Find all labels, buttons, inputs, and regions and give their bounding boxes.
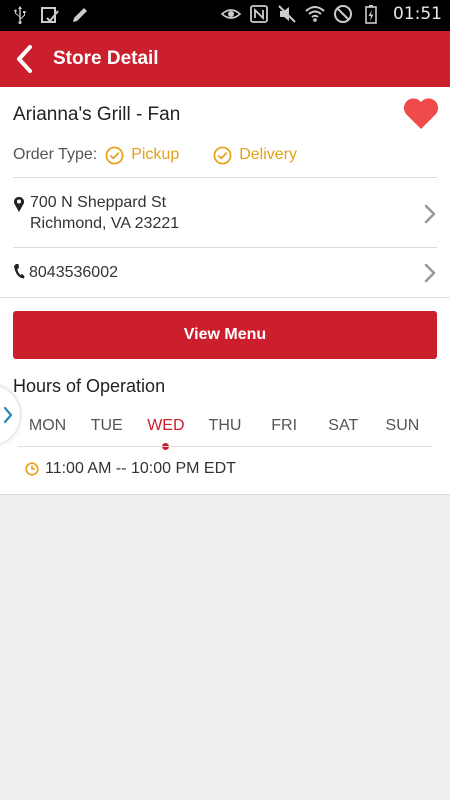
tab-fri[interactable]: FRI bbox=[255, 417, 314, 447]
nfc-icon bbox=[250, 5, 268, 23]
hours-line: 11:00 AM -- 10:00 PM EDT bbox=[25, 460, 236, 478]
address-line-1: 700 N Sheppard St bbox=[30, 194, 167, 211]
tab-sat[interactable]: SAT bbox=[314, 417, 373, 447]
app-bar: Store Detail bbox=[0, 31, 450, 87]
order-option-label: Pickup bbox=[131, 146, 180, 163]
day-label: FRI bbox=[271, 417, 298, 434]
mute-icon bbox=[278, 5, 296, 23]
check-circle-icon bbox=[105, 146, 124, 164]
phone-number: 8043536002 bbox=[29, 264, 118, 281]
location-pin-icon bbox=[14, 196, 24, 212]
tab-wed[interactable]: WED bbox=[136, 417, 195, 450]
wifi-icon bbox=[305, 6, 325, 22]
address-line-2: Richmond, VA 23221 bbox=[30, 215, 180, 232]
day-label: THU bbox=[208, 417, 242, 434]
order-option-pickup: Pickup bbox=[105, 146, 179, 165]
order-option-delivery: Delivery bbox=[213, 146, 297, 165]
chevron-right-icon bbox=[424, 263, 436, 283]
day-label: TUE bbox=[90, 417, 123, 434]
status-bar: 01:51 bbox=[0, 0, 450, 31]
chevron-right-icon bbox=[3, 406, 13, 424]
clock-icon bbox=[25, 462, 39, 476]
phone-icon bbox=[14, 264, 25, 279]
hours-text: 11:00 AM -- 10:00 PM EDT bbox=[45, 460, 236, 477]
tab-sun[interactable]: SUN bbox=[373, 417, 432, 447]
tab-mon[interactable]: MON bbox=[18, 417, 77, 447]
battery-icon bbox=[365, 5, 377, 24]
view-menu-button[interactable]: View Menu bbox=[13, 311, 437, 359]
address-row[interactable]: 700 N Sheppard St Richmond, VA 23221 bbox=[13, 179, 437, 247]
eye-icon bbox=[221, 9, 241, 19]
pen-icon bbox=[73, 8, 87, 22]
tab-thu[interactable]: THU bbox=[195, 417, 254, 447]
phone-row[interactable]: 8043536002 bbox=[13, 249, 437, 295]
chevron-right-icon bbox=[424, 204, 436, 224]
store-name: Arianna's Grill - Fan bbox=[13, 104, 181, 125]
days-tabs: MON TUE WED THU FRI SAT SUN bbox=[18, 417, 432, 450]
divider bbox=[13, 247, 437, 248]
back-button[interactable] bbox=[10, 43, 40, 75]
checkbox-notification-icon bbox=[41, 7, 59, 23]
favorite-heart-icon[interactable] bbox=[402, 97, 440, 131]
hours-title: Hours of Operation bbox=[13, 376, 166, 396]
order-type-row: Order Type: Pickup Delivery bbox=[13, 144, 331, 166]
usb-icon bbox=[14, 6, 26, 25]
day-label: MON bbox=[28, 417, 67, 434]
tab-tue[interactable]: TUE bbox=[77, 417, 136, 447]
status-time: 01:51 bbox=[393, 4, 442, 24]
no-sim-icon bbox=[334, 5, 352, 23]
day-label: SUN bbox=[385, 417, 420, 434]
days-divider bbox=[18, 446, 432, 447]
day-label: WED bbox=[147, 417, 185, 434]
day-label: SAT bbox=[328, 417, 359, 434]
order-option-label: Delivery bbox=[239, 146, 298, 163]
check-circle-icon bbox=[213, 146, 232, 164]
order-type-label: Order Type: bbox=[13, 146, 98, 163]
divider bbox=[13, 177, 437, 178]
store-detail-card: Arianna's Grill - Fan Order Type: Pickup… bbox=[0, 87, 450, 495]
page-title: Store Detail bbox=[53, 48, 159, 69]
divider bbox=[0, 297, 450, 298]
